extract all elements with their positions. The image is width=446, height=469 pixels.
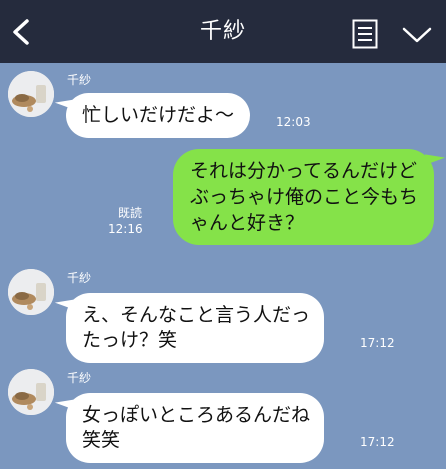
avatar[interactable] — [8, 269, 54, 315]
incoming-message[interactable]: 忙しいだけだよ〜 — [66, 93, 251, 138]
food-photo-icon — [8, 71, 54, 117]
avatar[interactable] — [8, 71, 54, 117]
message-line: それは分かってるんだけど — [189, 160, 418, 182]
chat-area[interactable]: 千紗 忙しいだけだよ〜 12:03 それは分かってるんだけど ぶっちゃけ俺のこと… — [0, 63, 446, 469]
message-line: え、そんなこと言う人だっ — [82, 304, 311, 326]
message-line: ぶっちゃけ俺のこと今もち — [189, 186, 418, 208]
sender-name: 千紗 — [67, 371, 92, 385]
sender-name: 千紗 — [67, 73, 92, 87]
incoming-message[interactable]: 女っぽいところあるんだね 笑笑 — [66, 393, 325, 463]
message-line: 笑笑 — [82, 429, 121, 451]
notes-icon[interactable] — [352, 19, 378, 49]
food-photo-icon — [8, 369, 54, 415]
message-line: ゃんと好き？ — [189, 212, 304, 234]
message-time: 12:03 — [276, 115, 311, 129]
message-time: 12:16 — [108, 222, 143, 236]
avatar[interactable] — [8, 369, 54, 415]
outgoing-message[interactable]: それは分かってるんだけど ぶっちゃけ俺のこと今もち ゃんと好き？ — [172, 149, 434, 245]
message-line: 女っぽいところあるんだね — [82, 404, 311, 426]
message-time: 17:12 — [360, 336, 395, 350]
message-line: 忙しいだけだよ〜 — [82, 104, 235, 126]
read-label: 既読 — [117, 206, 142, 220]
chat-title: 千紗 — [199, 19, 246, 44]
sender-name: 千紗 — [67, 271, 92, 285]
food-photo-icon — [8, 269, 54, 315]
chat-header: 千紗 — [0, 0, 446, 63]
incoming-message[interactable]: え、そんなこと言う人だっ たっけ？笑 — [66, 293, 325, 363]
message-line: たっけ？笑 — [82, 329, 178, 351]
message-time: 17:12 — [360, 435, 395, 449]
chevron-down-icon[interactable] — [402, 26, 432, 44]
read-status: 既読 12:16 — [108, 205, 143, 237]
